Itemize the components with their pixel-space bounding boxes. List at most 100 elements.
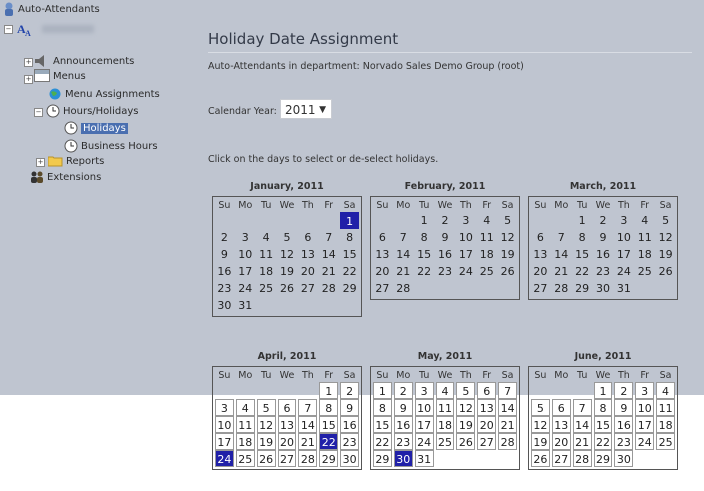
- day-cell[interactable]: 14: [498, 399, 518, 416]
- day-cell[interactable]: 14: [394, 246, 413, 263]
- day-cell[interactable]: 20: [551, 433, 571, 450]
- day-cell[interactable]: 14: [572, 416, 592, 433]
- day-cell[interactable]: 3: [614, 212, 633, 229]
- day-cell[interactable]: 4: [235, 399, 255, 416]
- day-cell[interactable]: 31: [236, 297, 255, 314]
- day-cell[interactable]: 1: [593, 382, 613, 399]
- day-cell[interactable]: 11: [477, 229, 496, 246]
- day-cell[interactable]: 1: [319, 382, 339, 399]
- day-cell[interactable]: 10: [635, 399, 655, 416]
- day-cell[interactable]: 23: [614, 433, 634, 450]
- day-cell[interactable]: 8: [593, 399, 613, 416]
- day-cell[interactable]: 5: [256, 399, 276, 416]
- day-cell[interactable]: 6: [551, 399, 571, 416]
- day-cell[interactable]: 30: [215, 297, 234, 314]
- day-cell[interactable]: 9: [215, 246, 234, 263]
- day-cell[interactable]: 27: [298, 280, 317, 297]
- day-cell[interactable]: 19: [256, 433, 276, 450]
- day-cell[interactable]: 3: [215, 399, 234, 416]
- day-cell[interactable]: 1: [573, 212, 592, 229]
- day-cell[interactable]: 27: [277, 450, 297, 467]
- day-cell[interactable]: 6: [298, 229, 317, 246]
- day-cell[interactable]: 29: [593, 450, 613, 467]
- day-cell[interactable]: 2: [614, 382, 634, 399]
- holiday-day-cell[interactable]: 22: [319, 433, 339, 450]
- day-cell[interactable]: 13: [531, 246, 550, 263]
- day-cell[interactable]: 25: [435, 433, 455, 450]
- day-cell[interactable]: 13: [477, 399, 497, 416]
- day-cell[interactable]: 4: [635, 212, 654, 229]
- day-cell[interactable]: 12: [256, 416, 276, 433]
- day-cell[interactable]: 17: [635, 416, 655, 433]
- day-cell[interactable]: 18: [477, 246, 496, 263]
- day-cell[interactable]: 1: [415, 212, 434, 229]
- day-cell[interactable]: 15: [573, 246, 592, 263]
- day-cell[interactable]: 27: [531, 280, 550, 297]
- day-cell[interactable]: 22: [573, 263, 592, 280]
- day-cell[interactable]: 8: [373, 399, 392, 416]
- day-cell[interactable]: 16: [594, 246, 613, 263]
- day-cell[interactable]: 5: [656, 212, 675, 229]
- day-cell[interactable]: 15: [593, 416, 613, 433]
- day-cell[interactable]: 17: [614, 246, 633, 263]
- day-cell[interactable]: 26: [498, 263, 517, 280]
- day-cell[interactable]: 22: [340, 263, 359, 280]
- day-cell[interactable]: 2: [594, 212, 613, 229]
- day-cell[interactable]: 17: [215, 433, 234, 450]
- day-cell[interactable]: 13: [298, 246, 317, 263]
- day-cell[interactable]: 10: [236, 246, 255, 263]
- day-cell[interactable]: 24: [456, 263, 475, 280]
- day-cell[interactable]: 6: [373, 229, 392, 246]
- expand-toggle[interactable]: +: [24, 58, 33, 67]
- day-cell[interactable]: 14: [319, 246, 338, 263]
- day-cell[interactable]: 20: [477, 416, 497, 433]
- day-cell[interactable]: 20: [531, 263, 550, 280]
- day-cell[interactable]: 2: [215, 229, 234, 246]
- day-cell[interactable]: 31: [414, 450, 434, 467]
- day-cell[interactable]: 25: [477, 263, 496, 280]
- day-cell[interactable]: 21: [319, 263, 338, 280]
- day-cell[interactable]: 5: [278, 229, 297, 246]
- day-cell[interactable]: 1: [373, 382, 392, 399]
- day-cell[interactable]: 7: [394, 229, 413, 246]
- day-cell[interactable]: 2: [393, 382, 413, 399]
- day-cell[interactable]: 11: [435, 399, 455, 416]
- day-cell[interactable]: 21: [498, 416, 518, 433]
- day-cell[interactable]: 23: [393, 433, 413, 450]
- day-cell[interactable]: 2: [436, 212, 455, 229]
- day-cell[interactable]: 29: [573, 280, 592, 297]
- day-cell[interactable]: 23: [215, 280, 234, 297]
- tree-item-hours-holidays[interactable]: − Hours/Holidays: [34, 104, 138, 118]
- day-cell[interactable]: 8: [340, 229, 359, 246]
- day-cell[interactable]: 13: [373, 246, 392, 263]
- tree-item-menus[interactable]: + Menus: [24, 69, 86, 84]
- day-cell[interactable]: 30: [614, 450, 634, 467]
- day-cell[interactable]: 28: [572, 450, 592, 467]
- day-cell[interactable]: 17: [456, 246, 475, 263]
- tree-item-menu-assignments[interactable]: Menu Assignments: [48, 88, 160, 100]
- day-cell[interactable]: 12: [656, 229, 675, 246]
- day-cell[interactable]: 3: [236, 229, 255, 246]
- day-cell[interactable]: 9: [340, 399, 360, 416]
- day-cell[interactable]: 8: [319, 399, 339, 416]
- day-cell[interactable]: 4: [656, 382, 675, 399]
- day-cell[interactable]: 26: [278, 280, 297, 297]
- day-cell[interactable]: 7: [319, 229, 338, 246]
- day-cell[interactable]: 24: [614, 263, 633, 280]
- day-cell[interactable]: 23: [594, 263, 613, 280]
- holiday-day-cell[interactable]: 24: [215, 450, 234, 467]
- day-cell[interactable]: 8: [573, 229, 592, 246]
- day-cell[interactable]: 26: [256, 450, 276, 467]
- day-cell[interactable]: 7: [572, 399, 592, 416]
- day-cell[interactable]: 28: [319, 280, 338, 297]
- day-cell[interactable]: 10: [614, 229, 633, 246]
- day-cell[interactable]: 11: [235, 416, 255, 433]
- day-cell[interactable]: 8: [415, 229, 434, 246]
- expand-toggle[interactable]: +: [24, 75, 33, 84]
- day-cell[interactable]: 19: [456, 416, 476, 433]
- day-cell[interactable]: 10: [456, 229, 475, 246]
- day-cell[interactable]: 19: [656, 246, 675, 263]
- day-cell[interactable]: 16: [340, 416, 360, 433]
- day-cell[interactable]: 11: [635, 229, 654, 246]
- day-cell[interactable]: 19: [531, 433, 550, 450]
